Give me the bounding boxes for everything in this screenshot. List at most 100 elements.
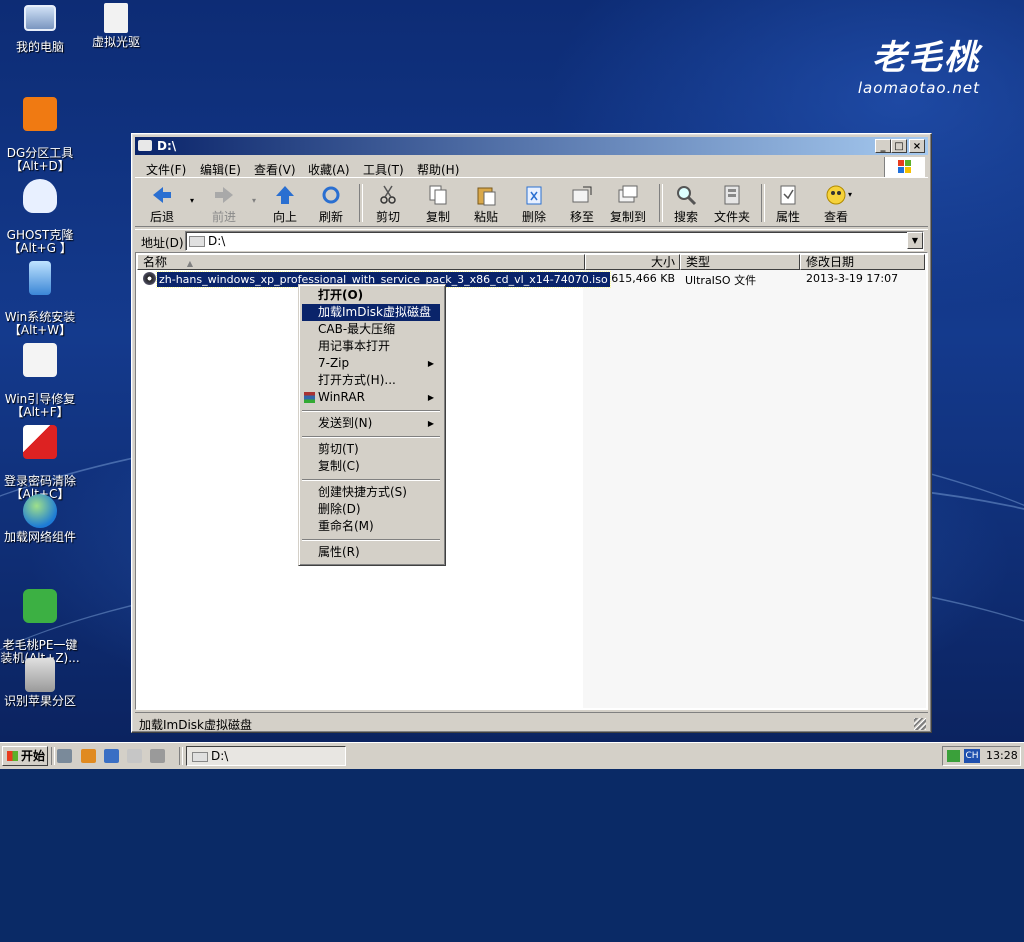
quicklaunch-eraser-icon[interactable] — [150, 749, 165, 763]
views-dropdown-icon[interactable]: ▾ — [848, 190, 852, 199]
start-button[interactable]: 开始 — [2, 746, 48, 766]
network-tray-icon[interactable] — [947, 750, 960, 762]
computer-icon — [24, 5, 56, 31]
address-value: D:\ — [208, 234, 226, 248]
icon-label: 我的电脑 — [15, 40, 64, 54]
toolbar-separator — [359, 184, 363, 222]
quicklaunch-printer-icon[interactable] — [57, 749, 72, 763]
resize-grip-icon[interactable] — [914, 718, 926, 730]
delete-button[interactable]: 删除 — [517, 182, 551, 225]
back-arrow-icon — [151, 184, 173, 206]
menu-copy[interactable]: 复制(C) — [302, 458, 440, 475]
menu-winrar[interactable]: WinRAR ▶ — [302, 389, 440, 406]
window-title: D:\ — [157, 139, 177, 153]
back-button[interactable]: 后退 — [145, 182, 179, 225]
views-icon — [825, 184, 847, 206]
copy-to-icon — [617, 184, 639, 206]
menu-open-notepad[interactable]: 用记事本打开 — [302, 338, 440, 355]
copy-icon — [427, 184, 449, 206]
title-bar[interactable]: D:\ _ □ × — [135, 137, 928, 155]
file-type: UltraISO 文件 — [685, 274, 757, 287]
up-arrow-icon — [274, 184, 296, 206]
quicklaunch-folder-icon[interactable] — [81, 749, 96, 763]
paste-icon — [475, 184, 497, 206]
desktop-icon-network[interactable]: 加载网络组件 — [0, 494, 80, 544]
menu-edit[interactable]: 编辑(E) — [200, 161, 241, 178]
menu-create-shortcut[interactable]: 创建快捷方式(S) — [302, 484, 440, 501]
folders-button[interactable]: 文件夹 — [711, 182, 753, 225]
menu-cab-compress[interactable]: CAB-最大压缩 — [302, 321, 440, 338]
status-text: 加载ImDisk虚拟磁盘 — [139, 718, 253, 732]
taskbar-separator — [179, 747, 183, 765]
maximize-button[interactable]: □ — [891, 139, 907, 153]
back-dropdown-icon[interactable]: ▾ — [190, 196, 194, 205]
column-type[interactable]: 类型 — [680, 254, 800, 270]
icon-label: 加载网络组件 — [3, 530, 76, 544]
task-label: D:\ — [211, 749, 229, 763]
search-button[interactable]: 搜索 — [669, 182, 703, 225]
column-modified[interactable]: 修改日期 — [800, 254, 925, 270]
submenu-arrow-icon: ▶ — [427, 393, 434, 402]
menu-open-with[interactable]: 打开方式(H)... — [302, 372, 440, 389]
file-list[interactable]: 名称 ▲ 大小 类型 修改日期 zh-hans_windows_xp_profe… — [135, 252, 928, 710]
drive-icon — [138, 140, 152, 151]
ime-indicator[interactable]: CH — [964, 749, 980, 763]
icon-label: 识别苹果分区 — [3, 694, 76, 708]
forward-dropdown-icon[interactable]: ▾ — [252, 196, 256, 205]
menu-tools[interactable]: 工具(T) — [363, 161, 404, 178]
hard-disk-icon — [25, 658, 55, 692]
explorer-window[interactable]: D:\ _ □ × 文件(F) 编辑(E) 查看(V) 收藏(A) 工具(T) … — [131, 133, 932, 733]
forward-button[interactable]: 前进 — [207, 182, 241, 225]
peach-icon — [23, 589, 57, 623]
column-modified-label: 修改日期 — [806, 255, 855, 269]
quicklaunch-screen-icon[interactable] — [104, 749, 119, 763]
file-row[interactable]: zh-hans_windows_xp_professional_with_ser… — [139, 271, 925, 288]
delete-icon — [523, 184, 545, 206]
copy-to-button[interactable]: 复制到 — [607, 182, 649, 225]
menu-help[interactable]: 帮助(H) — [417, 161, 459, 178]
copy-button[interactable]: 复制 — [421, 182, 455, 225]
menu-open[interactable]: 打开(O) — [302, 287, 440, 304]
menu-favorites[interactable]: 收藏(A) — [308, 161, 350, 178]
menu-view[interactable]: 查看(V) — [254, 161, 296, 178]
install-disc-icon — [29, 261, 51, 295]
menu-cut[interactable]: 剪切(T) — [302, 441, 440, 458]
refresh-button[interactable]: 刷新 — [315, 182, 347, 225]
column-type-label: 类型 — [686, 255, 711, 269]
menu-send-to[interactable]: 发送到(N) ▶ — [302, 415, 440, 432]
menu-7zip[interactable]: 7-Zip ▶ — [302, 355, 440, 372]
desktop-icon-apple-partition[interactable]: 识别苹果分区 — [0, 658, 80, 708]
properties-button[interactable]: 属性 — [771, 182, 805, 225]
address-input[interactable]: D:\ ▼ — [185, 231, 924, 251]
move-to-icon — [571, 184, 593, 206]
forward-arrow-icon — [213, 184, 235, 206]
menu-delete[interactable]: 删除(D) — [302, 501, 440, 518]
column-size[interactable]: 大小 — [585, 254, 680, 270]
paste-button[interactable]: 粘贴 — [469, 182, 503, 225]
clock[interactable]: 13:28 — [986, 749, 1018, 762]
up-button[interactable]: 向上 — [269, 182, 301, 225]
column-name[interactable]: 名称 ▲ — [137, 254, 585, 270]
menu-file[interactable]: 文件(F) — [146, 161, 186, 178]
taskbar-window-button[interactable]: D:\ — [186, 746, 346, 766]
quicklaunch-tools-icon[interactable] — [127, 749, 142, 763]
desktop-icon-virtual-drive[interactable]: 虚拟光驱 — [76, 3, 156, 49]
file-size: 615,466 KB — [611, 272, 675, 285]
submenu-arrow-icon: ▶ — [427, 419, 434, 428]
close-button[interactable]: × — [909, 139, 925, 153]
laomaotao-logo: 老毛桃 laomaotao.net — [857, 38, 980, 97]
views-button[interactable]: 查看 — [819, 182, 853, 225]
menu-mount-imdisk[interactable]: 加载ImDisk虚拟磁盘 — [302, 304, 440, 321]
move-to-button[interactable]: 移至 — [565, 182, 599, 225]
address-dropdown-icon[interactable]: ▼ — [907, 232, 923, 249]
key-icon — [23, 425, 57, 459]
globe-icon — [23, 494, 57, 528]
desktop-icon-my-computer[interactable]: 我的电脑 — [0, 3, 80, 54]
refresh-icon — [320, 184, 342, 206]
menu-separator — [302, 539, 440, 541]
minimize-button[interactable]: _ — [875, 139, 891, 153]
cut-button[interactable]: 剪切 — [371, 182, 405, 225]
menu-properties[interactable]: 属性(R) — [302, 544, 440, 561]
menu-separator — [302, 479, 440, 481]
menu-rename[interactable]: 重命名(M) — [302, 518, 440, 535]
